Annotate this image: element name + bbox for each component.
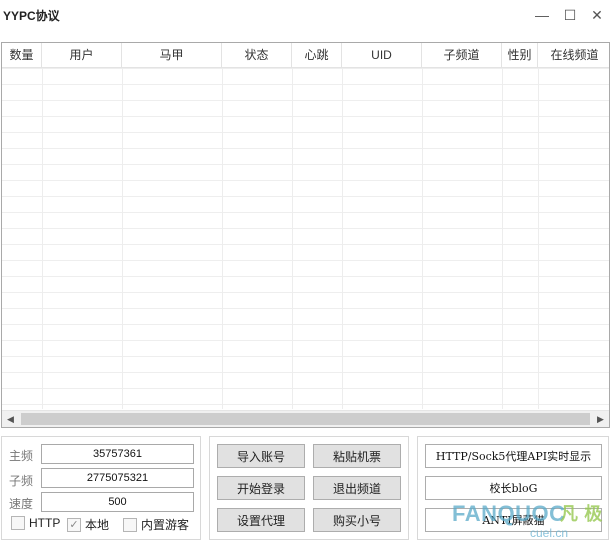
scroll-left-arrow-icon[interactable]: ◀ <box>2 411 19 427</box>
column-header-user[interactable]: 用户 <box>42 43 122 68</box>
column-header-subchannel[interactable]: 子频道 <box>422 43 502 68</box>
third-button[interactable]: ANTI屏蔽猫 <box>425 508 602 532</box>
horizontal-scrollbar[interactable]: ◀ ▶ <box>2 410 609 427</box>
checkbox-unchecked-icon <box>11 516 25 530</box>
column-divider <box>538 68 539 409</box>
checkmark-icon: ✓ <box>67 517 81 532</box>
column-header-gender[interactable]: 性别 <box>502 43 538 68</box>
set-proxy-button[interactable]: 设置代理 <box>217 508 305 532</box>
column-header-status[interactable]: 状态 <box>222 43 292 68</box>
links-panel: HTTP/Sock5代理API实时显示 校长bloG ANTI屏蔽猫 <box>417 436 609 540</box>
local-checkbox[interactable]: ✓ 本地 <box>67 516 109 533</box>
paste-ticket-button[interactable]: 粘贴机票 <box>313 444 401 468</box>
column-divider <box>342 68 343 409</box>
actions-panel: 导入账号 粘贴机票 开始登录 退出频道 设置代理 购买小号 <box>209 436 409 540</box>
checkbox-unchecked-icon <box>123 517 137 532</box>
start-login-button[interactable]: 开始登录 <box>217 476 305 500</box>
scroll-right-arrow-icon[interactable]: ▶ <box>592 411 609 427</box>
speed-label: 速度 <box>9 497 34 511</box>
column-header-count[interactable]: 数量 <box>2 43 42 68</box>
column-divider <box>292 68 293 409</box>
column-divider <box>222 68 223 409</box>
main-channel-label: 主频 <box>9 449 34 463</box>
http-label: HTTP <box>29 516 61 530</box>
column-header-uid[interactable]: UID <box>342 43 422 68</box>
main-channel-input[interactable]: 35757361 <box>41 444 194 464</box>
table-header: 数量 用户 马甲 状态 心跳 UID 子频道 性别 在线频道 <box>2 43 609 68</box>
column-header-nickname[interactable]: 马甲 <box>122 43 222 68</box>
sub-channel-input[interactable]: 2775075321 <box>41 468 194 488</box>
column-divider <box>502 68 503 409</box>
close-button[interactable]: ✕ <box>586 4 608 26</box>
local-label: 本地 <box>85 518 110 532</box>
exit-channel-button[interactable]: 退出频道 <box>313 476 401 500</box>
account-table[interactable]: 数量 用户 马甲 状态 心跳 UID 子频道 性别 在线频道 ◀ ▶ <box>1 42 610 428</box>
scrollbar-thumb[interactable] <box>21 413 590 425</box>
sub-channel-label: 子频 <box>9 474 34 488</box>
column-divider <box>422 68 423 409</box>
column-header-online-channel[interactable]: 在线频道 <box>538 43 609 68</box>
builtin-guest-label: 内置游客 <box>141 518 190 532</box>
window-title: YYPC协议 <box>3 9 60 23</box>
import-accounts-button[interactable]: 导入账号 <box>217 444 305 468</box>
proxy-api-button[interactable]: HTTP/Sock5代理API实时显示 <box>425 444 602 468</box>
buy-accounts-button[interactable]: 购买小号 <box>313 508 401 532</box>
channel-settings-panel: 主频 35757361 子频 2775075321 速度 500 HTTP ✓ … <box>1 436 201 540</box>
http-checkbox[interactable]: HTTP <box>11 516 60 530</box>
column-header-heartbeat[interactable]: 心跳 <box>292 43 342 68</box>
column-divider <box>42 68 43 409</box>
builtin-guest-checkbox[interactable]: 内置游客 <box>123 516 189 533</box>
speed-input[interactable]: 500 <box>41 492 194 512</box>
minimize-button[interactable]: — <box>531 4 553 26</box>
column-divider <box>122 68 123 409</box>
table-body <box>2 68 609 409</box>
maximize-button[interactable]: ☐ <box>559 4 581 26</box>
blog-button[interactable]: 校长bloG <box>425 476 602 500</box>
title-bar: YYPC协议 — ☐ ✕ <box>0 0 613 30</box>
